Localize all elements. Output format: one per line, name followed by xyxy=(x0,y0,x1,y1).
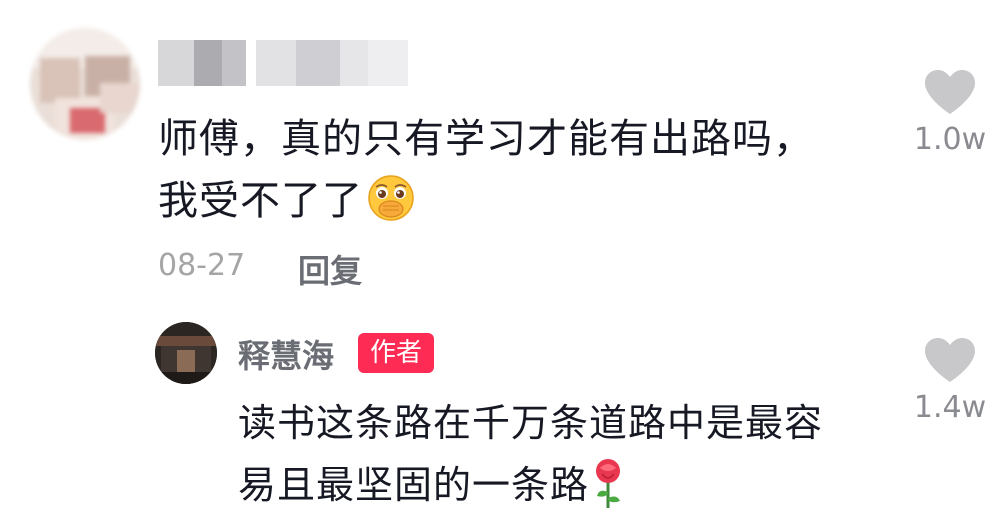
comment-date: 08-27 xyxy=(158,248,246,283)
reply-text-line-2: 易且最坚固的一条路 xyxy=(238,463,590,507)
reply-text-line-1: 读书这条路在千万条道路中是最容 xyxy=(238,401,824,445)
heart-icon xyxy=(910,68,990,120)
reply-like-button[interactable]: 1.4w xyxy=(910,336,990,425)
commenter-avatar-blurred[interactable] xyxy=(30,28,140,140)
comment-text-line-2: 我受不了了 xyxy=(158,178,363,224)
rose-icon xyxy=(591,458,625,510)
reply-text: 读书这条路在千万条道路中是最容 易且最坚固的一条路 xyxy=(238,392,898,516)
heart-icon xyxy=(910,336,990,388)
commenter-name-blurred[interactable] xyxy=(158,40,418,86)
reply-like-count: 1.4w xyxy=(913,390,987,425)
author-avatar[interactable] xyxy=(155,322,217,384)
comment-text-line-1: 师傅，真的只有学习才能有出路吗， xyxy=(158,116,814,162)
reply-button[interactable]: 回复 xyxy=(298,246,362,292)
comment-like-button[interactable]: 1.0w xyxy=(910,68,990,157)
comment-text: 师傅，真的只有学习才能有出路吗， 我受不了了 xyxy=(158,108,878,232)
comment-like-count: 1.0w xyxy=(913,122,987,157)
face-with-hand-over-mouth-icon xyxy=(367,174,415,222)
author-badge: 作者 xyxy=(358,333,435,373)
author-username[interactable]: 释慧海 xyxy=(238,331,334,377)
